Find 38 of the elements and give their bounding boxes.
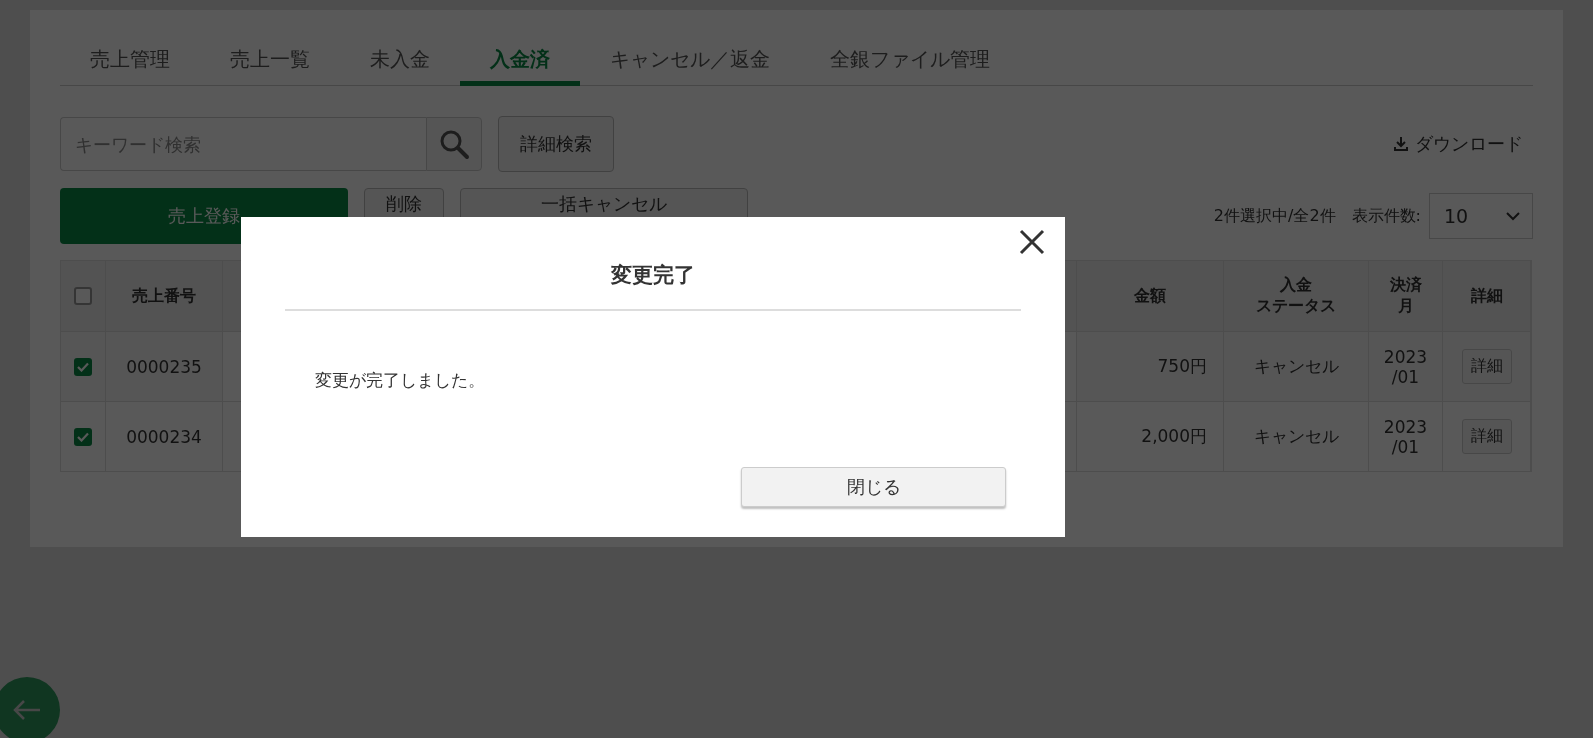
checkbox[interactable] — [74, 287, 92, 305]
column-header: 入金 ステータス — [1224, 261, 1369, 331]
table-cell: 0000234 — [106, 401, 223, 471]
download-link[interactable]: ダウンロード — [1393, 132, 1523, 156]
tab[interactable]: キャンセル／返金 — [580, 40, 800, 86]
table-cell: 2023 /01 — [1369, 331, 1443, 401]
dialog-title: 変更完了 — [285, 217, 1021, 311]
checkbox[interactable] — [74, 357, 92, 376]
table-cell: 750円 — [1077, 331, 1224, 401]
column-header: 決済 月 — [1369, 261, 1443, 331]
page-size-label: 表示件数: — [1351, 205, 1421, 227]
selection-count: 2件選択中/全2件 — [1213, 205, 1336, 227]
table-cell: 2,000円 — [1077, 401, 1224, 471]
table-cell: キャンセル — [1224, 401, 1369, 471]
page-size-select[interactable]: 10 — [1429, 193, 1533, 239]
search-icon[interactable] — [426, 117, 482, 171]
checkbox[interactable] — [74, 427, 92, 446]
close-button[interactable]: 閉じる — [741, 467, 1006, 507]
detail-button[interactable]: 詳細 — [1461, 349, 1512, 384]
tab[interactable]: 全銀ファイル管理 — [800, 40, 1020, 86]
table-cell: 2023 /01 — [1369, 401, 1443, 471]
detail-button[interactable]: 詳細 — [1461, 419, 1512, 454]
tab[interactable]: 未入金 — [340, 40, 460, 86]
download-icon — [1393, 136, 1409, 152]
tab[interactable]: 売上一覧 — [200, 40, 340, 86]
column-header: 売上番号 — [106, 261, 223, 331]
column-header: 詳細 — [1443, 261, 1531, 331]
arrow-left-icon — [12, 698, 42, 722]
dialog-message: 変更が完了しました。 — [314, 369, 486, 392]
column-header: 金額 — [1077, 261, 1224, 331]
table-cell: 0000235 — [106, 331, 223, 401]
close-icon[interactable] — [1019, 229, 1045, 255]
chevron-down-icon — [1506, 211, 1520, 221]
tab[interactable]: 売上管理 — [60, 40, 200, 86]
tab[interactable]: 入金済 — [460, 40, 580, 86]
back-button[interactable] — [0, 677, 60, 738]
table-cell: キャンセル — [1224, 331, 1369, 401]
advanced-search-button[interactable]: 詳細検索 — [498, 116, 614, 172]
